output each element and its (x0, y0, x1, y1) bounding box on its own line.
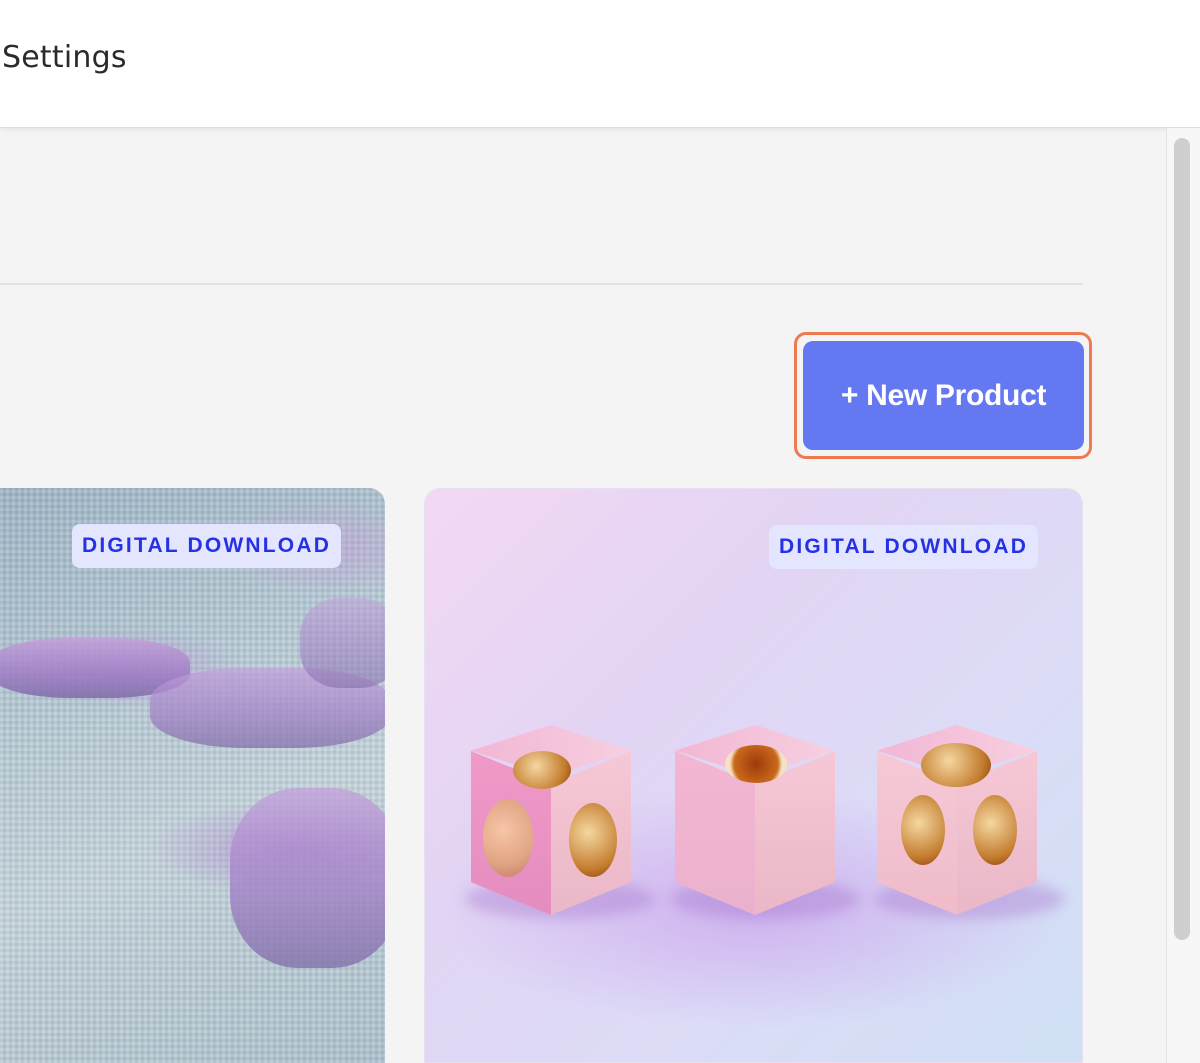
section-divider (0, 283, 1083, 285)
scrollbar-thumb[interactable] (1174, 138, 1190, 940)
product-type-badge: DIGITAL DOWNLOAD (72, 524, 342, 568)
page: Settings + New Product DIGITAL DOWNLOAD (0, 0, 1200, 1063)
new-product-button[interactable]: + New Product (803, 341, 1084, 450)
product-image (0, 488, 385, 1063)
top-header: Settings (0, 0, 1200, 128)
product-card[interactable]: DIGITAL DOWNLOAD (0, 488, 385, 1063)
product-card[interactable]: DIGITAL DOWNLOAD (424, 488, 1083, 1063)
page-title: Settings (2, 40, 127, 75)
product-image (425, 489, 1082, 1062)
product-type-badge: DIGITAL DOWNLOAD (769, 525, 1039, 569)
